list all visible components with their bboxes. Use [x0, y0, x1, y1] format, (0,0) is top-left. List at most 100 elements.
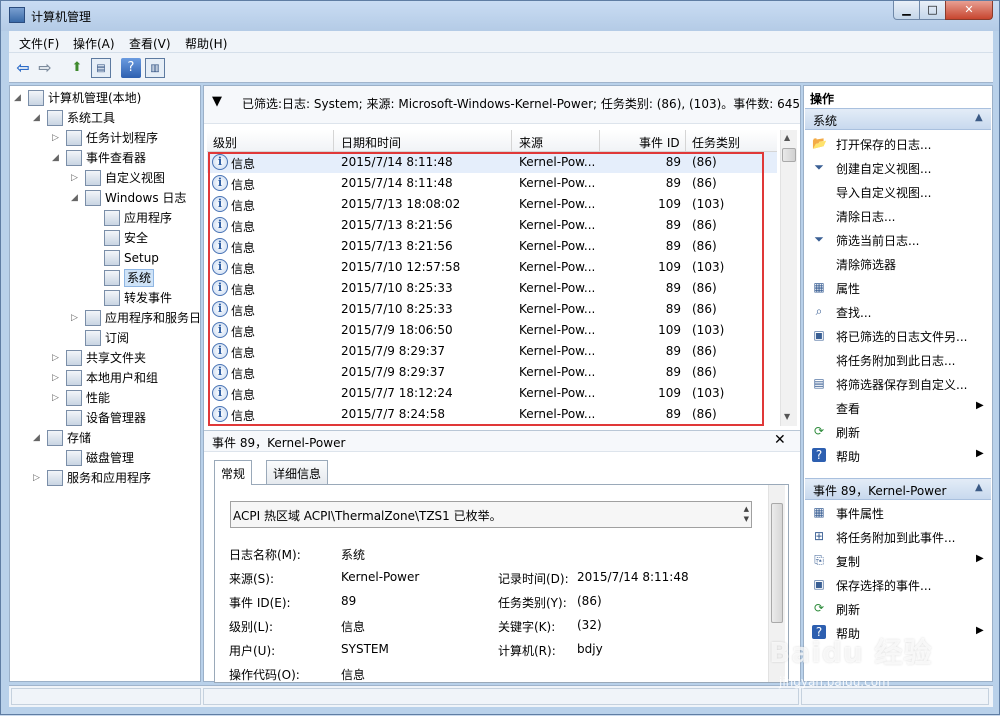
expand-arrow-icon[interactable]: ▷	[71, 168, 81, 188]
show-hide-action-pane-icon[interactable]: ▥	[145, 58, 165, 78]
tree-item-label: 系统	[124, 269, 155, 287]
title-bar[interactable]: 计算机管理 ▁ □ ✕	[1, 1, 999, 31]
event-description: ACPI 热区域 ACPI\ThermalZone\TZS1 已枚举。	[233, 509, 502, 523]
help-icon[interactable]: ?	[121, 58, 141, 78]
submenu-arrow-icon: ▶	[976, 625, 984, 636]
action-item[interactable]: 📂 打开保存的日志...	[804, 133, 992, 155]
level-label: 级别(L):	[229, 620, 274, 634]
action-item[interactable]: ⏷ 筛选当前日志...	[804, 229, 992, 251]
computer-management-icon	[9, 7, 25, 23]
menu-view[interactable]: 查看(V)	[129, 35, 171, 52]
action-item[interactable]: 将任务附加到此日志...	[804, 349, 992, 371]
expand-arrow-icon[interactable]: ▷	[52, 348, 62, 368]
action-item[interactable]: 导入自定义视图...	[804, 181, 992, 203]
column-header-level[interactable]: 级别	[213, 134, 237, 151]
expand-arrow-icon[interactable]: ▷	[33, 468, 43, 488]
action-item[interactable]: ⟳ 刷新	[804, 421, 992, 443]
action-item[interactable]: ⏷ 创建自定义视图...	[804, 157, 992, 179]
collapse-arrow-icon[interactable]: ◢	[14, 88, 24, 108]
action-item[interactable]: ▣ 将已筛选的日志文件另...	[804, 325, 992, 347]
tree-node-icon	[66, 130, 82, 146]
action-item-label: 将筛选器保存到自定义...	[836, 378, 968, 392]
action-item[interactable]: ⎘ 复制 ▶	[804, 550, 992, 572]
detail-scrollbar[interactable]	[768, 485, 785, 682]
action-item[interactable]: ▤ 将筛选器保存到自定义...	[804, 373, 992, 395]
event-description-box[interactable]: ACPI 热区域 ACPI\ThermalZone\TZS1 已枚举。 ▲ ▼	[230, 501, 752, 528]
tree-item-label: Setup	[124, 251, 159, 265]
tree-node-icon	[104, 210, 120, 226]
opcode-value: 信息	[341, 668, 366, 682]
menu-help[interactable]: 帮助(H)	[185, 35, 227, 52]
grid-header: 级别 日期和时间 来源 事件 ID 任务类别	[207, 130, 777, 152]
expand-arrow-icon[interactable]: ▷	[52, 368, 62, 388]
action-item-label: 导入自定义视图...	[836, 186, 932, 200]
close-detail-icon[interactable]: ✕	[774, 432, 786, 448]
tree-node-icon	[66, 450, 82, 466]
event-grid-scrollbar[interactable]: ▲ ▼	[780, 130, 797, 426]
tree-item-label: 本地用户和组	[86, 371, 159, 385]
filter-icon: ⏷	[814, 232, 824, 246]
collapse-arrow-icon[interactable]: ◢	[71, 188, 81, 208]
collapse-icon[interactable]: ▲	[975, 112, 983, 123]
scrollbar-thumb[interactable]	[782, 148, 796, 162]
action-item[interactable]: ▣ 保存选择的事件...	[804, 574, 992, 596]
action-item[interactable]: 清除日志...	[804, 205, 992, 227]
tree-node-icon	[104, 290, 120, 306]
expand-arrow-icon[interactable]: ▷	[52, 128, 62, 148]
submenu-arrow-icon: ▶	[976, 448, 984, 459]
back-arrow-icon[interactable]: ⇦	[13, 58, 33, 78]
expand-arrow-icon[interactable]: ▷	[71, 308, 81, 328]
menu-file[interactable]: 文件(F)	[19, 35, 59, 52]
column-header-event-id[interactable]: 事件 ID	[639, 134, 680, 151]
submenu-arrow-icon: ▶	[976, 400, 984, 411]
column-header-datetime[interactable]: 日期和时间	[341, 134, 401, 151]
tree-item-label: 设备管理器	[86, 411, 147, 425]
menu-action[interactable]: 操作(A)	[73, 35, 115, 52]
actions-pane: 操作 系统 ▲ 📂 打开保存的日志... ⏷ 创建自定义视图... 导入自定义视图...…	[803, 85, 993, 682]
status-cell	[801, 688, 989, 705]
tab-details[interactable]: 详细信息	[266, 460, 329, 484]
action-item-label: 将任务附加到此日志...	[836, 354, 956, 368]
action-item[interactable]: ▦ 属性	[804, 277, 992, 299]
action-item[interactable]: ? 帮助 ▶	[804, 445, 992, 467]
collapse-arrow-icon[interactable]: ◢	[52, 148, 62, 168]
show-hide-tree-icon[interactable]: ▤	[91, 58, 111, 78]
collapse-arrow-icon[interactable]: ◢	[33, 108, 43, 128]
action-item[interactable]: ? 帮助 ▶	[804, 622, 992, 644]
tree-item-label: 性能	[86, 391, 111, 405]
action-item[interactable]: ▦ 事件属性	[804, 502, 992, 524]
submenu-arrow-icon: ▶	[976, 553, 984, 564]
action-item[interactable]: ⊞ 将任务附加到此事件...	[804, 526, 992, 548]
computer-value: bdjy	[577, 642, 603, 656]
action-item[interactable]: ⌕ 查找...	[804, 301, 992, 323]
tree-node-icon	[85, 170, 101, 186]
expand-arrow-icon[interactable]: ▷	[52, 388, 62, 408]
action-item[interactable]: ⟳ 刷新	[804, 598, 992, 620]
window-title: 计算机管理	[31, 10, 92, 24]
detail-scrollbar-thumb[interactable]	[771, 503, 783, 623]
console-tree: ◢ 计算机管理(本地) ◢ 系统工具 ▷ 任务计划程序 ◢ 事件查看器 ▷ 自定义视图 ◢ Windo…	[9, 85, 201, 682]
tab-general[interactable]: 常规	[214, 460, 253, 485]
minimize-button[interactable]: ▁	[893, 1, 920, 20]
column-header-source[interactable]: 来源	[519, 134, 543, 151]
tree-item-label: 安全	[124, 231, 149, 245]
task-category-value: (86)	[577, 594, 602, 608]
collapse-arrow-icon[interactable]: ◢	[33, 428, 43, 448]
tree-item-label: 应用程序	[124, 211, 173, 225]
action-item[interactable]: 查看 ▶	[804, 397, 992, 419]
action-item-label: 帮助	[836, 627, 861, 641]
event-detail-header: 事件 89，Kernel-Power ✕	[204, 430, 800, 452]
actions-section-event-label: 事件 89，Kernel-Power	[813, 484, 947, 498]
actions-section-event[interactable]: 事件 89，Kernel-Power ▲	[805, 478, 991, 500]
maximize-button[interactable]: □	[919, 1, 946, 20]
description-scroll-arrows[interactable]: ▲ ▼	[744, 504, 749, 524]
actions-section-system[interactable]: 系统 ▲	[805, 108, 991, 130]
keywords-value: (32)	[577, 618, 602, 632]
action-item[interactable]: 清除筛选器	[804, 253, 992, 275]
up-folder-icon[interactable]: ⬆	[67, 58, 87, 78]
column-header-task-category[interactable]: 任务类别	[692, 134, 740, 151]
action-item-label: 创建自定义视图...	[836, 162, 932, 176]
collapse-icon[interactable]: ▲	[975, 482, 983, 493]
close-button[interactable]: ✕	[945, 1, 993, 20]
forward-arrow-icon[interactable]: ⇨	[35, 58, 55, 78]
